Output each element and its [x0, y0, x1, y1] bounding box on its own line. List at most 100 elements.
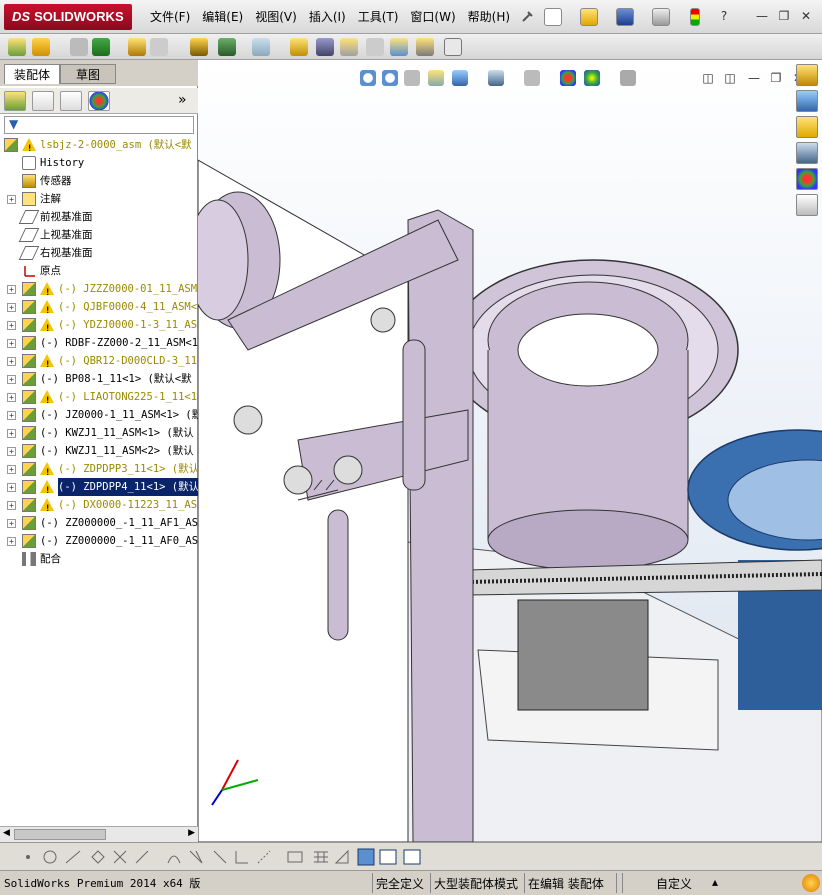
tree-item[interactable]: 上视基准面: [0, 226, 198, 244]
tree-item[interactable]: + (-) BP08-1_11<1> (默认<默: [0, 370, 198, 388]
interference-detection-icon[interactable]: [416, 38, 434, 56]
tree-item[interactable]: lsbjz-2-0000_asm (默认<默: [0, 136, 198, 154]
minimize-window-icon[interactable]: —: [754, 8, 770, 24]
design-library-icon[interactable]: [796, 90, 818, 112]
new-part-icon[interactable]: [32, 38, 50, 56]
reference-geometry-icon[interactable]: [290, 38, 308, 56]
menu-item[interactable]: 窗口(W): [410, 8, 455, 25]
assembly-features-icon[interactable]: [252, 38, 270, 56]
smart-fasteners-icon[interactable]: [150, 38, 168, 56]
tree-item[interactable]: + (-) YDZJ0000-1-3_11_ASM: [0, 316, 198, 334]
expand-toggle-icon[interactable]: +: [7, 195, 16, 204]
edit-appearance-icon[interactable]: [560, 70, 576, 86]
view-settings-icon[interactable]: [620, 70, 636, 86]
open-button[interactable]: [580, 8, 598, 26]
tree-item[interactable]: 传感器: [0, 172, 198, 190]
menu-item[interactable]: 编辑(E): [202, 8, 243, 25]
tree-item[interactable]: + (-) JZZZ0000-01_11_ASM<1: [0, 280, 198, 298]
rebuild-traffic-light-icon[interactable]: [690, 8, 700, 26]
exploded-view-icon[interactable]: [366, 38, 384, 56]
display-manager-icon[interactable]: [88, 91, 110, 111]
status-units-up-icon[interactable]: ▴: [712, 875, 718, 889]
tab-sketch[interactable]: 草图: [60, 64, 116, 84]
close-window-icon[interactable]: ✕: [798, 8, 814, 24]
menu-item[interactable]: 插入(I): [309, 8, 346, 25]
apply-scene-icon[interactable]: [584, 70, 600, 86]
previous-view-icon[interactable]: [404, 70, 420, 86]
expand-toggle-icon[interactable]: +: [7, 285, 16, 294]
tree-item[interactable]: + (-) DX0000-11223_11_ASM: [0, 496, 198, 514]
show-hidden-icon[interactable]: [218, 38, 236, 56]
custom-properties-icon[interactable]: [796, 194, 818, 216]
expand-toggle-icon[interactable]: +: [7, 447, 16, 456]
tree-item[interactable]: + (-) ZDPDPP3_11<1> (默认: [0, 460, 198, 478]
solidworks-logo[interactable]: DS SOLIDWORKS: [4, 4, 132, 30]
tree-item[interactable]: + (-) ZDPDPP4_11<1> (默认: [0, 478, 198, 496]
panel-horizontal-scrollbar[interactable]: ◀ ▶: [0, 826, 198, 842]
new-motion-study-icon[interactable]: [316, 38, 334, 56]
viewport-tile-vertical-icon[interactable]: ◫: [722, 70, 738, 86]
tree-item[interactable]: + (-) RDBF-ZZ000-2_11_ASM<1: [0, 334, 198, 352]
menu-item[interactable]: 帮助(H): [468, 8, 510, 25]
tree-item[interactable]: + (-) ZZ000000_-1_11_AF0_ASM: [0, 532, 198, 550]
appearances-scenes-icon[interactable]: [796, 168, 818, 190]
expand-panel-icon[interactable]: »: [178, 92, 187, 108]
tab-assembly[interactable]: 装配体: [4, 64, 60, 84]
view-orientation-icon[interactable]: [452, 70, 468, 86]
expand-toggle-icon[interactable]: +: [7, 483, 16, 492]
tree-item[interactable]: + (-) ZZ000000_-1_11_AF1_ASM: [0, 514, 198, 532]
tree-item[interactable]: 配合: [0, 550, 198, 568]
display-style-icon[interactable]: [488, 70, 504, 86]
property-manager-icon[interactable]: [32, 91, 54, 111]
menu-item[interactable]: 视图(V): [255, 8, 297, 25]
pin-icon[interactable]: [518, 8, 536, 26]
linear-pattern-icon[interactable]: [128, 38, 146, 56]
viewport-minimize-icon[interactable]: —: [746, 70, 762, 86]
viewport-restore-icon[interactable]: ❐: [768, 70, 784, 86]
instant3d-icon[interactable]: [444, 38, 462, 56]
scroll-left-icon[interactable]: ◀: [3, 828, 10, 838]
scrollbar-thumb[interactable]: [14, 829, 106, 840]
new-document-button[interactable]: [544, 8, 562, 26]
expand-toggle-icon[interactable]: +: [7, 357, 16, 366]
status-large-assembly-mode[interactable]: 大型装配体模式: [434, 875, 518, 892]
graphics-viewport[interactable]: ◫ ◫ — ❐ ✕: [198, 60, 822, 842]
expand-toggle-icon[interactable]: +: [7, 501, 16, 510]
expand-toggle-icon[interactable]: +: [7, 339, 16, 348]
tree-item[interactable]: + 注解: [0, 190, 198, 208]
tree-item[interactable]: + (-) QJBF0000-4_11_ASM<1: [0, 298, 198, 316]
expand-toggle-icon[interactable]: +: [7, 411, 16, 420]
hide-show-items-icon[interactable]: [524, 70, 540, 86]
scroll-right-icon[interactable]: ▶: [188, 828, 195, 838]
expand-toggle-icon[interactable]: +: [7, 429, 16, 438]
solidworks-status-icon[interactable]: [802, 874, 820, 892]
status-units-custom[interactable]: 自定义: [656, 875, 692, 892]
bill-of-materials-icon[interactable]: [340, 38, 358, 56]
explode-line-sketch-icon[interactable]: [390, 38, 408, 56]
paperclip-icon[interactable]: [70, 38, 88, 56]
expand-toggle-icon[interactable]: +: [7, 537, 16, 546]
tree-item[interactable]: 右视基准面: [0, 244, 198, 262]
expand-toggle-icon[interactable]: +: [7, 465, 16, 474]
tree-item[interactable]: 前视基准面: [0, 208, 198, 226]
tree-item[interactable]: 原点: [0, 262, 198, 280]
save-button[interactable]: [616, 8, 634, 26]
restore-window-icon[interactable]: ❐: [776, 8, 792, 24]
expand-toggle-icon[interactable]: +: [7, 393, 16, 402]
section-view-icon[interactable]: [428, 70, 444, 86]
tree-item[interactable]: History: [0, 154, 198, 172]
zoom-to-fit-icon[interactable]: [360, 70, 376, 86]
zoom-to-area-icon[interactable]: [382, 70, 398, 86]
expand-toggle-icon[interactable]: +: [7, 519, 16, 528]
solidworks-resources-icon[interactable]: [796, 64, 818, 86]
tree-item[interactable]: + (-) KWZJ1_11_ASM<1> (默认: [0, 424, 198, 442]
tree-item[interactable]: + (-) KWZJ1_11_ASM<2> (默认: [0, 442, 198, 460]
viewport-tile-horizontal-icon[interactable]: ◫: [700, 70, 716, 86]
move-component-icon[interactable]: [190, 38, 208, 56]
help-question-icon[interactable]: ?: [716, 8, 732, 24]
feature-manager-tree-icon[interactable]: [4, 91, 26, 111]
tree-item[interactable]: + (-) JZ0000-1_11_ASM<1> (默: [0, 406, 198, 424]
mate-icon[interactable]: [92, 38, 110, 56]
tree-filter-input[interactable]: ▼: [4, 116, 194, 134]
configuration-manager-icon[interactable]: [60, 91, 82, 111]
